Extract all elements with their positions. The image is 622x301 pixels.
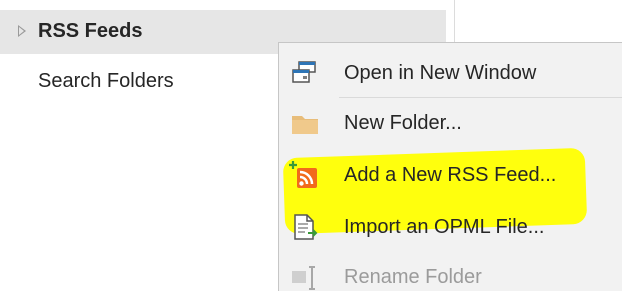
rss-add-icon	[289, 159, 321, 191]
folder-item-search-folders[interactable]: Search Folders	[38, 70, 174, 93]
menu-item-open-in-new-window[interactable]: Open in New Window	[279, 49, 622, 97]
menu-label: Import an OPML File...	[344, 216, 545, 238]
menu-separator	[339, 97, 622, 98]
folder-icon	[289, 107, 321, 139]
menu-label: Rename Folder	[344, 266, 482, 288]
folder-label-rss-feeds[interactable]: RSS Feeds	[38, 20, 142, 43]
menu-label: Add a New RSS Feed...	[344, 164, 557, 186]
rename-icon	[289, 261, 321, 293]
import-file-icon	[289, 211, 321, 243]
menu-item-import-opml[interactable]: Import an OPML File...	[279, 203, 622, 251]
menu-item-rename-folder[interactable]: Rename Folder	[279, 253, 622, 301]
context-menu: Open in New Window New Folder... Add a N…	[278, 42, 622, 291]
menu-label: Open in New Window	[344, 62, 537, 84]
new-window-icon	[289, 57, 321, 89]
menu-item-new-folder[interactable]: New Folder...	[279, 99, 622, 147]
menu-label: New Folder...	[344, 112, 462, 134]
menu-item-add-rss-feed[interactable]: Add a New RSS Feed...	[279, 151, 622, 199]
expand-arrow-icon[interactable]	[18, 25, 26, 37]
